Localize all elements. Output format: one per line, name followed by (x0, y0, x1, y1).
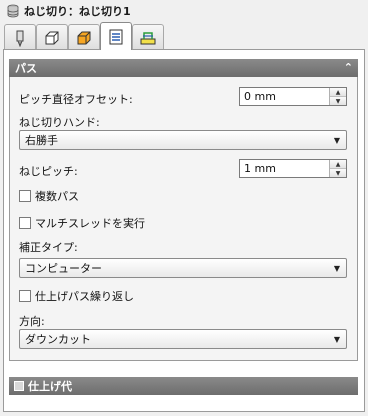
database-icon (7, 4, 19, 18)
dialog-title-bar: ねじ切り：ねじ切り1 (0, 0, 368, 22)
spin-up-icon[interactable]: ▲ (330, 160, 346, 169)
thread-pitch-value[interactable]: 1 mm (240, 160, 329, 177)
multi-start-checkbox[interactable]: マルチスレッドを実行 (19, 215, 145, 231)
direction-value: ダウンカット (25, 333, 91, 346)
checkbox-box[interactable] (19, 190, 31, 202)
thread-hand-label: ねじ切りハンド: (19, 116, 100, 129)
stock-to-leave-checkbox[interactable] (14, 381, 24, 391)
geometry-icon (77, 31, 91, 45)
linking-icon (140, 32, 156, 45)
passes-section-title: パス (15, 62, 37, 75)
passes-icon (109, 29, 123, 44)
compensation-value: コンピューター (25, 262, 102, 275)
tab-passes[interactable] (100, 22, 132, 50)
thread-pitch-label: ねじピッチ: (19, 165, 78, 178)
pitch-offset-field[interactable]: 0 mm ▲ ▼ (239, 87, 347, 106)
thread-hand-value: 右勝手 (25, 134, 58, 147)
multi-start-label: マルチスレッドを実行 (35, 217, 145, 230)
dialog-title: ねじ切り：ねじ切り1 (24, 5, 131, 18)
stock-to-leave-section-header[interactable]: 仕上げ代 (9, 377, 358, 395)
finishing-repeat-checkbox[interactable]: 仕上げパス繰り返し (19, 288, 134, 304)
compensation-label: 補正タイプ: (19, 241, 78, 254)
pitch-offset-spinner[interactable]: ▲ ▼ (329, 88, 346, 105)
tab-geometry[interactable] (68, 24, 100, 51)
tab-holder[interactable] (36, 24, 68, 51)
spin-up-icon[interactable]: ▲ (330, 88, 346, 97)
pitch-offset-value[interactable]: 0 mm (240, 88, 329, 105)
passes-section-header[interactable]: パス ⌃ (9, 59, 358, 77)
spin-down-icon[interactable]: ▼ (330, 97, 346, 105)
thread-hand-select[interactable]: 右勝手 ▼ (19, 130, 347, 150)
pitch-offset-label: ピッチ直径オフセット: (19, 93, 133, 106)
finishing-repeat-label: 仕上げパス繰り返し (35, 290, 134, 303)
spin-down-icon[interactable]: ▼ (330, 169, 346, 177)
direction-select[interactable]: ダウンカット ▼ (19, 329, 347, 349)
thread-pitch-field[interactable]: 1 mm ▲ ▼ (239, 159, 347, 178)
checkbox-box[interactable] (19, 290, 31, 302)
chevron-down-icon: ▼ (333, 136, 340, 145)
tool-icon (16, 30, 24, 47)
multiple-passes-label: 複数パス (35, 190, 79, 203)
tab-tool[interactable] (4, 24, 36, 51)
double-chevron-up-icon[interactable]: ⌃ (344, 61, 353, 74)
tab-bar (4, 22, 164, 51)
multiple-passes-checkbox[interactable]: 複数パス (19, 188, 79, 204)
stock-to-leave-title: 仕上げ代 (28, 380, 72, 393)
tab-linking[interactable] (132, 24, 164, 51)
compensation-select[interactable]: コンピューター ▼ (19, 258, 347, 278)
thread-pitch-spinner[interactable]: ▲ ▼ (329, 160, 346, 177)
chevron-down-icon: ▼ (333, 335, 340, 344)
holder-icon (45, 31, 59, 45)
direction-label: 方向: (19, 315, 45, 328)
chevron-down-icon: ▼ (333, 264, 340, 273)
checkbox-box[interactable] (19, 217, 31, 229)
